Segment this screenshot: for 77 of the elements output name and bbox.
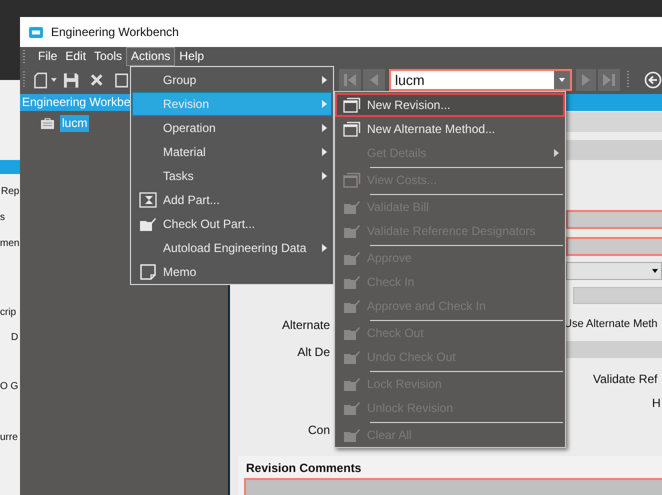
menu-item[interactable]: Actions — [126, 47, 176, 66]
label: s — [0, 211, 5, 225]
field-label: Alternate — [282, 317, 330, 334]
note-icon — [139, 264, 157, 280]
caret-icon — [558, 78, 565, 82]
folder-pen-icon — [343, 427, 361, 443]
save-icon[interactable] — [62, 72, 80, 88]
window-icon — [343, 97, 361, 113]
window-icon[interactable] — [114, 72, 128, 88]
field-label: H — [652, 395, 661, 412]
label: Rep — [1, 185, 20, 199]
label: men — [0, 237, 20, 251]
dropdown-button[interactable] — [554, 71, 570, 89]
submenu-arrow-icon — [322, 124, 326, 132]
combo-text: lucm — [394, 70, 426, 90]
label: O G — [0, 380, 18, 394]
field-label: Con — [308, 422, 330, 439]
menu-item[interactable]: Group — [132, 68, 332, 92]
submenu-arrow-icon — [322, 76, 326, 84]
field-label: Validate Ref — [593, 371, 658, 388]
next-record-icon[interactable] — [576, 69, 596, 91]
section-title: Revision Comments — [246, 460, 362, 477]
record-combo-box[interactable]: lucm — [388, 69, 572, 91]
menu-item[interactable]: Tasks — [132, 164, 332, 188]
dropdown-field[interactable] — [566, 262, 662, 280]
comments-field[interactable] — [244, 478, 662, 495]
folder-pen-icon — [139, 216, 157, 232]
header-bar — [0, 160, 20, 174]
folder-pen-icon — [343, 400, 361, 416]
menu-item[interactable]: Tools — [90, 47, 126, 66]
window-icon — [343, 172, 361, 188]
label: D — [11, 331, 18, 345]
menu-item[interactable]: New Alternate Method... — [335, 117, 565, 141]
grip-icon — [23, 71, 26, 89]
last-record-icon[interactable] — [598, 69, 620, 91]
submenu-arrow-icon — [322, 100, 326, 108]
caret-icon[interactable] — [51, 78, 57, 82]
menu-item[interactable]: Memo — [132, 260, 332, 284]
menu-item[interactable]: New Revision... — [335, 93, 565, 117]
folder-pen-icon — [343, 349, 361, 365]
first-record-icon[interactable] — [338, 69, 361, 91]
input-field[interactable] — [566, 210, 662, 229]
submenu-arrow-icon — [322, 148, 326, 156]
menu-item[interactable]: Add Part... — [132, 188, 332, 212]
grip-icon — [23, 50, 26, 64]
field-label: Alt De — [297, 344, 330, 361]
briefcase-icon — [41, 118, 54, 128]
menu-item[interactable]: Help — [175, 47, 208, 66]
folder-pen-icon — [343, 199, 361, 215]
previous-record-icon[interactable] — [362, 69, 385, 91]
window-title: Engineering Workbench — [51, 24, 179, 41]
window-icon — [343, 121, 361, 137]
caret-icon — [652, 269, 658, 273]
submenu-arrow-icon — [322, 244, 326, 252]
label: crip — [0, 306, 16, 320]
menu-item[interactable]: Edit — [61, 47, 90, 66]
menu-item[interactable]: Material — [132, 140, 332, 164]
folder-pen-icon — [343, 376, 361, 392]
menu-item[interactable]: File — [34, 47, 62, 66]
folder-pen-icon — [343, 325, 361, 341]
delete-icon[interactable] — [90, 73, 104, 87]
input-field[interactable] — [566, 237, 662, 256]
back-icon[interactable] — [644, 71, 662, 89]
hourglass-window-icon — [139, 192, 157, 208]
folder-pen-icon — [343, 223, 361, 239]
folder-pen-icon — [343, 298, 361, 314]
new-document-icon[interactable] — [34, 72, 48, 88]
menu-item[interactable]: Check Out Part... — [132, 212, 332, 236]
folder-pen-icon — [343, 250, 361, 266]
app-icon — [29, 26, 43, 38]
folder-pen-icon — [343, 274, 361, 290]
submenu-arrow-icon — [554, 149, 558, 157]
grip-icon — [626, 71, 630, 89]
submenu-arrow-icon — [322, 172, 326, 180]
menu-item[interactable]: Autoload Engineering Data — [132, 236, 332, 260]
label: urre — [0, 431, 18, 445]
menu-item[interactable]: Operation — [132, 116, 332, 140]
